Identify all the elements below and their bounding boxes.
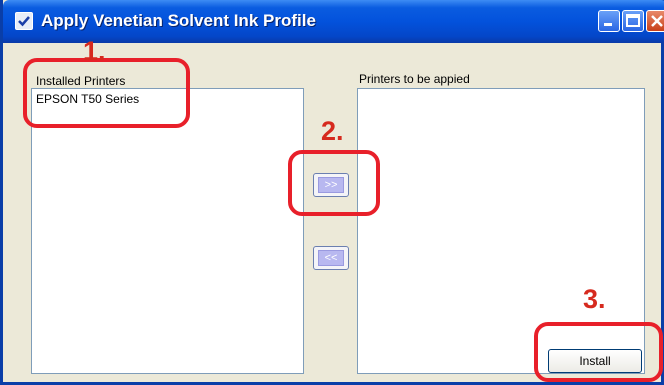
annotation-box-step-1 <box>23 58 190 128</box>
close-button[interactable] <box>646 10 664 32</box>
minimize-icon <box>604 23 612 26</box>
remove-printer-button[interactable]: << <box>313 246 349 270</box>
target-printers-label: Printers to be appied <box>359 72 470 86</box>
annotation-box-step-2 <box>288 150 380 216</box>
step-number-2: 2. <box>321 116 344 146</box>
window-title: Apply Venetian Solvent Ink Profile <box>41 11 316 30</box>
step-number-3: 3. <box>583 284 606 314</box>
step-number-1: 1. <box>83 36 106 66</box>
maximize-icon <box>626 14 640 27</box>
check-icon <box>15 12 33 30</box>
annotation-box-step-3 <box>534 322 663 382</box>
installed-printers-list[interactable]: EPSON T50 Series <box>31 88 304 374</box>
close-icon <box>651 15 663 27</box>
maximize-button[interactable] <box>622 10 644 32</box>
minimize-button[interactable] <box>598 10 620 32</box>
app-window: Apply Venetian Solvent Ink Profile Insta… <box>0 0 664 385</box>
remove-printer-label: << <box>318 250 344 266</box>
